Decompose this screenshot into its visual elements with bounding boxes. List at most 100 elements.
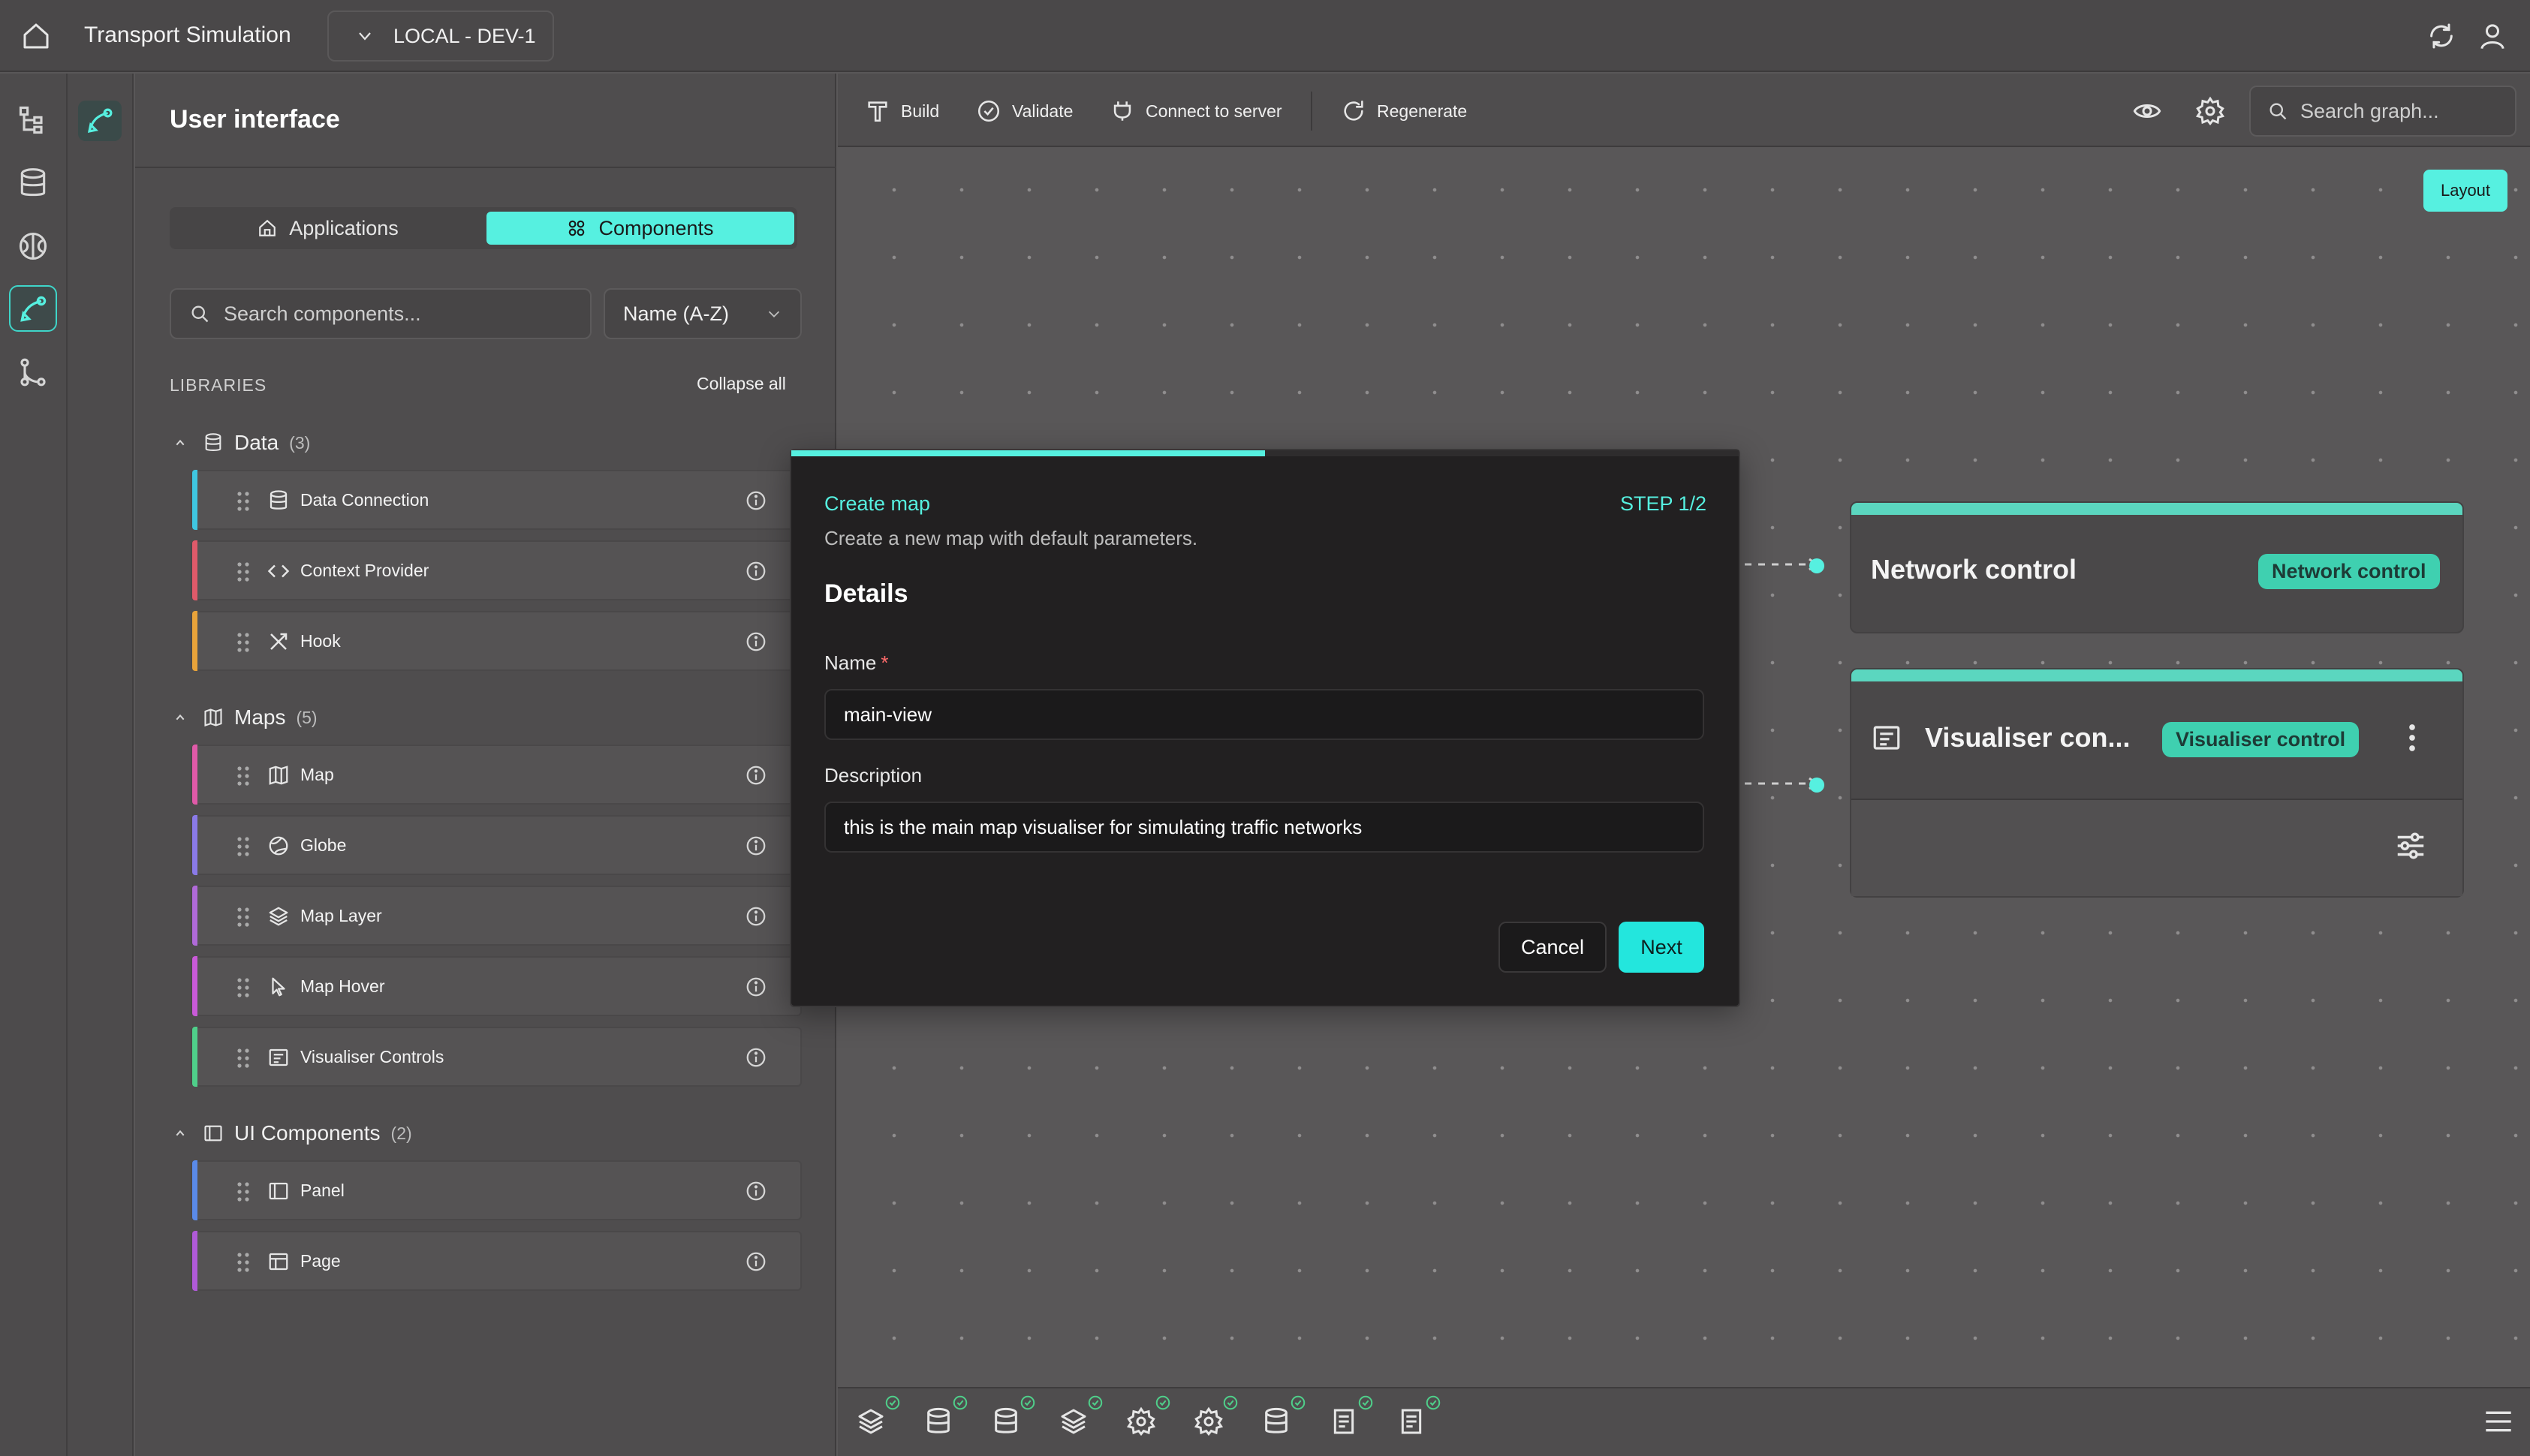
plug-icon [1110, 98, 1135, 124]
collapse-all-button[interactable]: Collapse all [697, 374, 786, 394]
document-icon[interactable] [1396, 1406, 1426, 1436]
globe-icon [267, 835, 290, 857]
tree-icon[interactable] [17, 104, 50, 137]
check-badge-icon [1087, 1394, 1104, 1411]
sliders-icon[interactable] [2393, 829, 2428, 863]
code-icon [267, 560, 290, 582]
database-icon[interactable] [991, 1406, 1021, 1436]
drag-handle-icon[interactable] [236, 836, 251, 857]
check-badge-icon [1357, 1394, 1374, 1411]
group-count: (2) [390, 1123, 412, 1143]
check-badge-icon [1290, 1394, 1306, 1411]
home-icon[interactable] [21, 21, 51, 51]
layers-icon[interactable] [1059, 1406, 1089, 1436]
regenerate-button[interactable]: Regenerate [1341, 96, 1467, 126]
info-icon[interactable] [745, 630, 767, 653]
caret-up-icon [174, 437, 186, 449]
info-icon[interactable] [745, 976, 767, 998]
info-icon[interactable] [745, 905, 767, 928]
more-vertical-icon[interactable] [2402, 722, 2422, 754]
next-button[interactable]: Next [1619, 922, 1704, 973]
dialog-heading: Details [824, 579, 908, 608]
cancel-button[interactable]: Cancel [1498, 922, 1607, 973]
grid-icon [567, 218, 586, 238]
info-icon[interactable] [745, 835, 767, 857]
group-header-ui-components[interactable]: UI Components (2) [174, 1121, 412, 1145]
environment-select[interactable]: LOCAL - DEV-1 [327, 11, 554, 62]
tab-components[interactable]: Components [486, 212, 794, 245]
sync-icon[interactable] [2426, 21, 2456, 51]
sort-select[interactable]: Name (A-Z) [604, 288, 802, 339]
validate-button[interactable]: Validate [976, 96, 1073, 126]
database-icon [203, 432, 224, 453]
component-item-data-connection[interactable]: Data Connection [191, 470, 802, 530]
edge-port[interactable] [1809, 778, 1824, 793]
node-header-strip [1851, 669, 2462, 681]
description-input[interactable] [824, 802, 1704, 853]
component-item-map-layer[interactable]: Map Layer [191, 886, 802, 946]
component-item-map-hover[interactable]: Map Hover [191, 956, 802, 1016]
name-input[interactable] [824, 689, 1704, 740]
component-item-map[interactable]: Map [191, 745, 802, 805]
page-icon [267, 1250, 290, 1273]
drag-handle-icon[interactable] [236, 561, 251, 582]
accent-bar [192, 886, 197, 946]
build-button[interactable]: Build [865, 96, 939, 126]
info-icon[interactable] [745, 560, 767, 582]
connect-to-server-button[interactable]: Connect to server [1110, 96, 1282, 126]
node-title: Network control [1871, 554, 2077, 585]
map-icon [203, 707, 224, 728]
database-icon[interactable] [1261, 1406, 1291, 1436]
search-graph-input[interactable] [2300, 99, 2510, 123]
group-name: Maps [234, 705, 286, 729]
description-field-label: Description [824, 764, 923, 787]
info-icon[interactable] [745, 489, 767, 512]
drag-handle-icon[interactable] [236, 907, 251, 928]
group-header-maps[interactable]: Maps (5) [174, 705, 318, 730]
database-icon[interactable] [17, 167, 50, 200]
drag-handle-icon[interactable] [236, 491, 251, 512]
gear-icon[interactable] [1194, 1406, 1224, 1436]
component-item-context-provider[interactable]: Context Provider [191, 540, 802, 600]
layout-button[interactable]: Layout [2423, 170, 2507, 212]
ui-builder-icon[interactable] [84, 105, 116, 137]
controls-icon [267, 1046, 290, 1069]
drag-handle-icon[interactable] [236, 766, 251, 787]
component-item-page[interactable]: Page [191, 1231, 802, 1291]
drag-handle-icon[interactable] [236, 1048, 251, 1069]
search-components-input[interactable] [224, 302, 584, 326]
component-item-hook[interactable]: Hook [191, 611, 802, 671]
edge-port[interactable] [1809, 558, 1824, 573]
hammer-icon [865, 98, 890, 124]
menu-icon[interactable] [2483, 1408, 2513, 1435]
component-item-visualiser-controls[interactable]: Visualiser Controls [191, 1027, 802, 1087]
gear-icon[interactable] [1126, 1406, 1156, 1436]
database-icon[interactable] [923, 1406, 953, 1436]
drag-handle-icon[interactable] [236, 1252, 251, 1273]
eye-icon[interactable] [2132, 96, 2162, 126]
drag-handle-icon[interactable] [236, 977, 251, 998]
user-icon[interactable] [2477, 21, 2507, 51]
ui-icon[interactable] [17, 293, 50, 326]
component-label: Visualiser Controls [300, 1047, 444, 1066]
info-icon[interactable] [745, 1180, 767, 1202]
drag-handle-icon[interactable] [236, 1181, 251, 1202]
info-icon[interactable] [745, 764, 767, 787]
git-branch-icon[interactable] [17, 356, 50, 389]
document-icon[interactable] [1329, 1406, 1359, 1436]
group-header-data[interactable]: Data (3) [174, 431, 310, 455]
accent-bar [192, 1027, 197, 1087]
tab-applications[interactable]: Applications [174, 212, 482, 245]
layers-icon[interactable] [856, 1406, 886, 1436]
node-body [1851, 800, 2462, 896]
accent-bar [192, 745, 197, 805]
info-icon[interactable] [745, 1046, 767, 1069]
brain-icon[interactable] [17, 230, 50, 263]
connect-label: Connect to server [1146, 101, 1282, 121]
gear-icon[interactable] [2195, 96, 2225, 126]
info-icon[interactable] [745, 1250, 767, 1273]
drag-handle-icon[interactable] [236, 632, 251, 653]
component-item-panel[interactable]: Panel [191, 1160, 802, 1220]
component-item-globe[interactable]: Globe [191, 815, 802, 875]
group-name: Data [234, 431, 279, 454]
